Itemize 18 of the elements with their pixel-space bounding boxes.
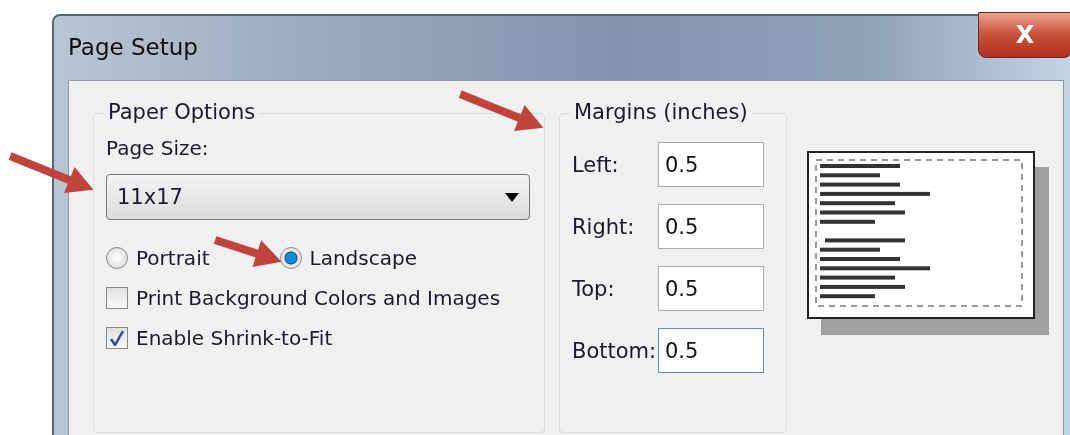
margin-label: Right: — [572, 214, 636, 239]
group-legend: Paper Options — [104, 100, 260, 124]
group-legend: Margins (inches) — [570, 100, 752, 124]
page-size-label: Page Size: — [106, 136, 210, 160]
checkbox-label: Enable Shrink-to-Fit — [136, 326, 333, 350]
margin-input[interactable]: 0.5 — [658, 328, 764, 373]
close-button[interactable]: X — [978, 12, 1070, 58]
margin-label: Left: — [572, 152, 620, 177]
margin-input[interactable]: 0.5 — [658, 266, 764, 311]
margin-label: Bottom: — [572, 338, 658, 363]
window-title: Page Setup — [68, 34, 198, 60]
radio-label: Portrait — [136, 246, 210, 270]
page-size-dropdown[interactable]: 11x17 — [106, 174, 530, 220]
margin-input[interactable]: 0.5 — [658, 204, 764, 249]
radio-label: Landscape — [309, 246, 417, 270]
margin-input[interactable]: 0.5 — [658, 142, 764, 187]
margin-label: Top: — [572, 276, 616, 301]
checkbox-label: Print Background Colors and Images — [136, 286, 501, 310]
